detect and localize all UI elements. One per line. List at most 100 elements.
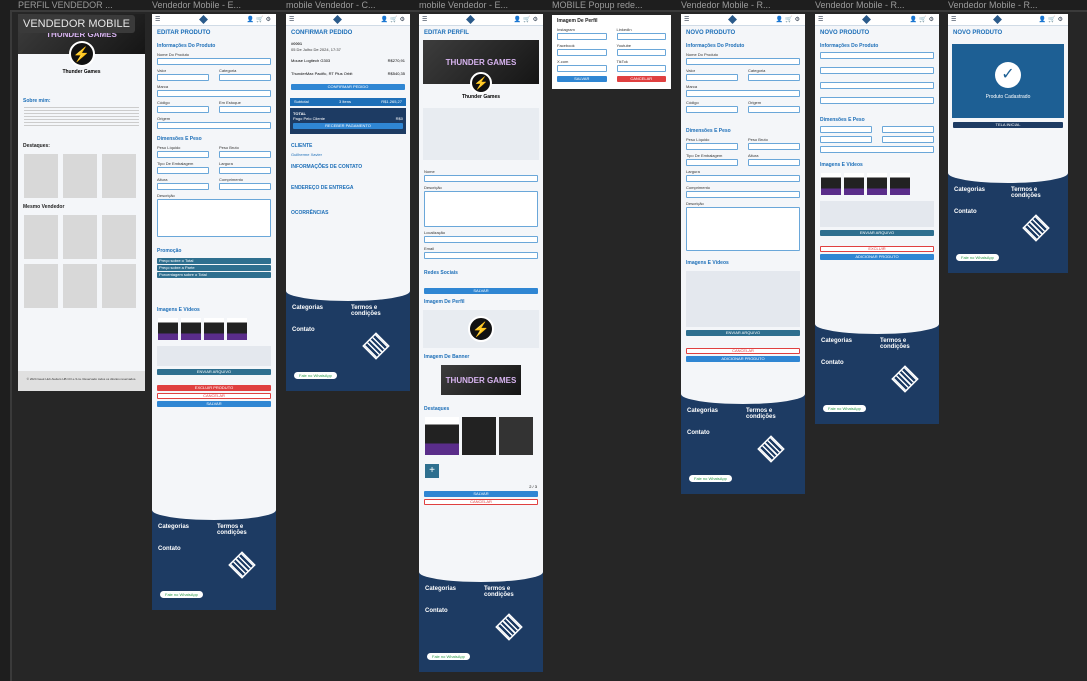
- whatsapp-button[interactable]: Fale no WhatsApp: [689, 475, 732, 482]
- whatsapp-button[interactable]: Fale no WhatsApp: [956, 254, 999, 261]
- product-images[interactable]: [152, 315, 276, 343]
- save-button[interactable]: SALVAR: [424, 491, 538, 497]
- confirm-order-button[interactable]: CONFIRMAR PEDIDO: [291, 84, 405, 90]
- height-input[interactable]: [748, 159, 800, 166]
- length-input[interactable]: [219, 183, 271, 190]
- description-input[interactable]: [424, 191, 538, 227]
- name-input[interactable]: [820, 52, 934, 59]
- material-input[interactable]: [820, 136, 872, 143]
- user-cart-gear-icons[interactable]: 👤🛒⚙: [247, 16, 273, 23]
- whatsapp-button[interactable]: Fale no WhatsApp: [427, 653, 470, 660]
- gross-weight-input[interactable]: [219, 151, 271, 158]
- delete-product-button[interactable]: EXCLUIR PRODUTO: [157, 385, 271, 391]
- youtube-input[interactable]: [616, 49, 666, 56]
- origin-input[interactable]: [748, 106, 800, 113]
- net-weight-input[interactable]: [686, 143, 738, 150]
- name-input[interactable]: [157, 58, 271, 65]
- package-select[interactable]: [686, 159, 738, 166]
- x-input[interactable]: [557, 65, 607, 72]
- frame-title-3[interactable]: mobile Vendedor - C...: [286, 0, 410, 11]
- popup-cancel-button[interactable]: CANCELAR: [616, 76, 666, 82]
- upload-zone[interactable]: [686, 271, 800, 327]
- frame-title-8[interactable]: Vendedor Mobile - R...: [948, 0, 1072, 11]
- add-file-button[interactable]: ENVIAR ARQUIVO: [157, 369, 271, 375]
- cancel-button[interactable]: CANCELAR: [686, 348, 800, 354]
- promo-option[interactable]: Porcentagem sobre o Total: [157, 272, 271, 278]
- subgroup-select[interactable]: [820, 82, 934, 89]
- height-input[interactable]: [882, 136, 934, 143]
- add-product-button[interactable]: ADICIONAR PRODUTO: [820, 254, 934, 260]
- brand-input[interactable]: [686, 90, 800, 97]
- cancel-button[interactable]: CANCELAR: [157, 393, 271, 399]
- stock-input[interactable]: [219, 106, 271, 113]
- pagination[interactable]: 2 / 3: [419, 484, 543, 489]
- whatsapp-button[interactable]: Fale no WhatsApp: [160, 591, 203, 598]
- profile-image-preview[interactable]: ⚡: [423, 310, 539, 348]
- promo-option[interactable]: Preço sobre a Parte: [157, 265, 271, 271]
- code-input[interactable]: [686, 106, 738, 113]
- tiktok-input[interactable]: [616, 65, 666, 72]
- menu-icon[interactable]: ☰: [951, 16, 956, 23]
- origin-input[interactable]: [157, 122, 271, 129]
- save-button[interactable]: SALVAR: [157, 401, 271, 407]
- logo-icon[interactable]: [199, 15, 208, 24]
- user-cart-gear-icons[interactable]: 👤🛒⚙: [910, 16, 936, 23]
- user-cart-gear-icons[interactable]: 👤🛒⚙: [514, 16, 540, 23]
- price-input[interactable]: [157, 74, 209, 81]
- logo-icon[interactable]: [993, 15, 1002, 24]
- cancel-button[interactable]: CANCELAR: [424, 499, 538, 505]
- gross-weight-input[interactable]: [748, 143, 800, 150]
- add-file-button[interactable]: ENVIAR ARQUIVO: [820, 230, 934, 236]
- save-social-button[interactable]: SALVAR: [424, 288, 538, 294]
- package-select[interactable]: [157, 167, 209, 174]
- width-input[interactable]: [686, 175, 800, 182]
- price-input[interactable]: [686, 74, 738, 81]
- email-input[interactable]: [424, 252, 538, 259]
- logo-icon[interactable]: [862, 15, 871, 24]
- brand-input[interactable]: [157, 90, 271, 97]
- upload-zone[interactable]: [820, 201, 934, 227]
- add-icon[interactable]: +: [425, 464, 439, 478]
- add-file-button[interactable]: ENVIAR ARQUIVO: [686, 330, 800, 336]
- promo-option[interactable]: Preço sobre o Total: [157, 258, 271, 264]
- name-input[interactable]: [686, 58, 800, 65]
- highlight-products[interactable]: [419, 414, 543, 458]
- menu-icon[interactable]: ☰: [422, 16, 427, 23]
- logo-icon[interactable]: [333, 15, 342, 24]
- size-input[interactable]: [820, 126, 872, 133]
- upload-zone[interactable]: [157, 346, 271, 366]
- home-button[interactable]: TELA INICIAL: [953, 122, 1063, 128]
- net-weight-input[interactable]: [157, 151, 209, 158]
- location-input[interactable]: [424, 236, 538, 243]
- add-product-button[interactable]: ADICIONAR PRODUTO: [686, 356, 800, 362]
- user-cart-gear-icons[interactable]: 👤🛒⚙: [381, 16, 407, 23]
- notes-input[interactable]: [820, 97, 934, 104]
- description-editor[interactable]: [686, 207, 800, 251]
- logo-icon[interactable]: [466, 15, 475, 24]
- logo-icon[interactable]: [728, 15, 737, 24]
- delete-button[interactable]: EXCLUIR: [820, 246, 934, 252]
- description-editor[interactable]: [157, 199, 271, 237]
- frame-title-4[interactable]: mobile Vendedor - E...: [419, 0, 543, 11]
- receive-payment-button[interactable]: RECEBER PAGAMENTO: [293, 123, 403, 129]
- popup-save-button[interactable]: SALVAR: [557, 76, 607, 82]
- user-cart-gear-icons[interactable]: 👤🛒⚙: [1039, 16, 1065, 23]
- highlights-grid[interactable]: [18, 151, 145, 201]
- code-input[interactable]: [157, 106, 209, 113]
- length-input[interactable]: [686, 191, 800, 198]
- menu-icon[interactable]: ☰: [818, 16, 823, 23]
- linkedin-input[interactable]: [616, 33, 666, 40]
- instagram-input[interactable]: [557, 33, 607, 40]
- category-input[interactable]: [748, 74, 800, 81]
- extra-info-input[interactable]: [820, 146, 934, 153]
- name-input[interactable]: [424, 175, 538, 182]
- frame-title-6[interactable]: Vendedor Mobile - R...: [681, 0, 805, 11]
- group-select[interactable]: [820, 67, 934, 74]
- facebook-input[interactable]: [557, 49, 607, 56]
- frame-title-2[interactable]: Vendedor Mobile - E...: [152, 0, 276, 11]
- menu-icon[interactable]: ☰: [155, 16, 160, 23]
- width-input[interactable]: [219, 167, 271, 174]
- same-seller-grid[interactable]: [18, 212, 145, 311]
- cover-image-preview[interactable]: THUNDER GAMES: [441, 365, 521, 395]
- menu-icon[interactable]: ☰: [289, 16, 294, 23]
